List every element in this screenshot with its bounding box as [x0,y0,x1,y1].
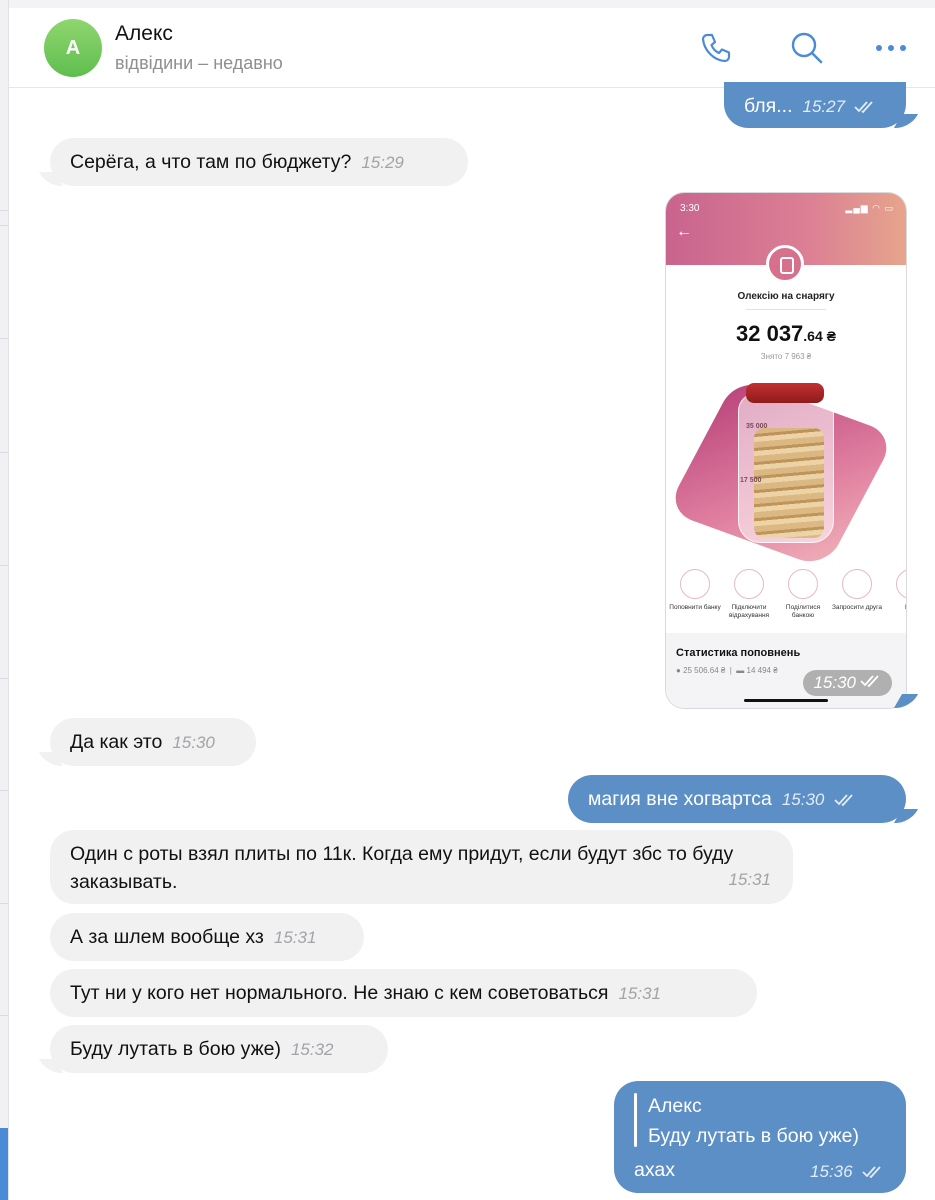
chat-header: А Алекс відвідини – недавно [9,8,935,88]
message-time: 15:31 [728,870,771,889]
contact-status: відвідини – недавно [115,53,283,73]
divider [746,309,826,310]
jar-amount: 32 037.64 ₴ [666,321,906,347]
message-in[interactable]: Да как это 15:30 [50,718,256,766]
message-time: 15:31 [273,928,317,947]
contact-name[interactable]: Алекс [115,22,173,46]
message-time: 15:36 [810,1162,853,1181]
message-meta: 15:36 [810,1157,884,1187]
double-check-icon [854,94,876,122]
message-in[interactable]: Серёга, а что там по бюджету? 15:29 [50,138,468,186]
message-text: Да как это [70,731,163,753]
phone-icon[interactable] [694,26,738,70]
photo-status-time: 3:30 [680,203,700,214]
message-time: 15:32 [290,1040,334,1059]
selected-chat-indicator[interactable] [0,1128,8,1200]
signal-icon: ▂▄▆ ◠ ▭ [845,203,894,213]
coins-illustration [754,428,824,538]
action-topup: Поповнити банку [668,569,722,612]
amount-cents: .64 ₴ [803,328,836,344]
message-time: 15:29 [361,153,404,172]
search-icon[interactable] [785,26,829,70]
back-arrow-icon: ← [676,223,692,240]
message-time: 15:31 [618,984,661,1003]
reply-author: Алекс [648,1095,702,1117]
message-time: 15:30 [781,790,825,809]
double-check-icon [834,787,856,815]
message-text: Буду лутать в бою уже) [70,1038,281,1060]
jar-icon [766,245,804,283]
home-indicator [744,699,828,702]
message-text: ахах [634,1159,675,1181]
jar-actions: Поповнити банку Підключити відрахування … [666,569,906,629]
message-text: Один с роты взял плиты по 11к. Когда ему… [70,843,734,893]
more-icon[interactable] [869,26,913,70]
stats-title: Статистика поповнень [676,647,801,659]
photo-time: 15:30 [803,670,892,696]
message-time: 15:27 [802,97,846,116]
double-check-icon [860,673,882,693]
action-invite: Запросити друга [830,569,884,612]
message-text: бля... [744,95,793,117]
stats-row: ● 25 506.64 ₴ | ▬ 14 494 ₴ [676,666,778,675]
jar-lid [746,383,824,403]
scale-top: 35 000 [746,423,768,430]
chat-list-edge [0,0,9,1200]
photo-message[interactable]: 3:30 ▂▄▆ ◠ ▭ ← Олексію на снарягу 32 037… [666,193,906,708]
reply-quote-bar [634,1093,637,1147]
action-deductions: Підключити відрахування [722,569,776,620]
jar-title: Олексію на снарягу [737,291,835,302]
message-out[interactable]: бля... 15:27 [724,82,906,128]
message-text: Тут ни у кого нет нормального. Не знаю с… [70,982,609,1004]
message-in[interactable]: Один с роты взял плиты по 11к. Когда ему… [50,830,793,904]
avatar[interactable]: А [44,19,102,77]
action-share: Поділитися банкою [776,569,830,620]
message-out-reply[interactable]: Алекс Буду лутать в бою уже) ахах 15:36 [614,1081,906,1193]
message-text: магия вне хогвартса [588,788,772,810]
message-text: А за шлем вообще хз [70,926,264,948]
withdrawn-amount: Знято 7 963 ₴ [760,352,812,361]
message-time: 15:30 [172,733,215,752]
message-text: Серёга, а что там по бюджету? [70,151,352,173]
message-time: 15:30 [813,673,856,692]
message-in[interactable]: Буду лутать в бою уже) 15:32 [50,1025,388,1073]
amount-main: 32 037 [736,321,804,346]
scale-mid: 17 500 [740,477,762,484]
reply-quoted-text: Буду лутать в бою уже) [648,1125,859,1147]
double-check-icon [862,1159,884,1187]
action-more: Пер [884,569,906,612]
message-in[interactable]: А за шлем вообще хз 15:31 [50,913,364,961]
message-out[interactable]: магия вне хогвартса 15:30 [568,775,906,823]
window-top-strip [0,0,935,8]
message-in[interactable]: Тут ни у кого нет нормального. Не знаю с… [50,969,757,1017]
